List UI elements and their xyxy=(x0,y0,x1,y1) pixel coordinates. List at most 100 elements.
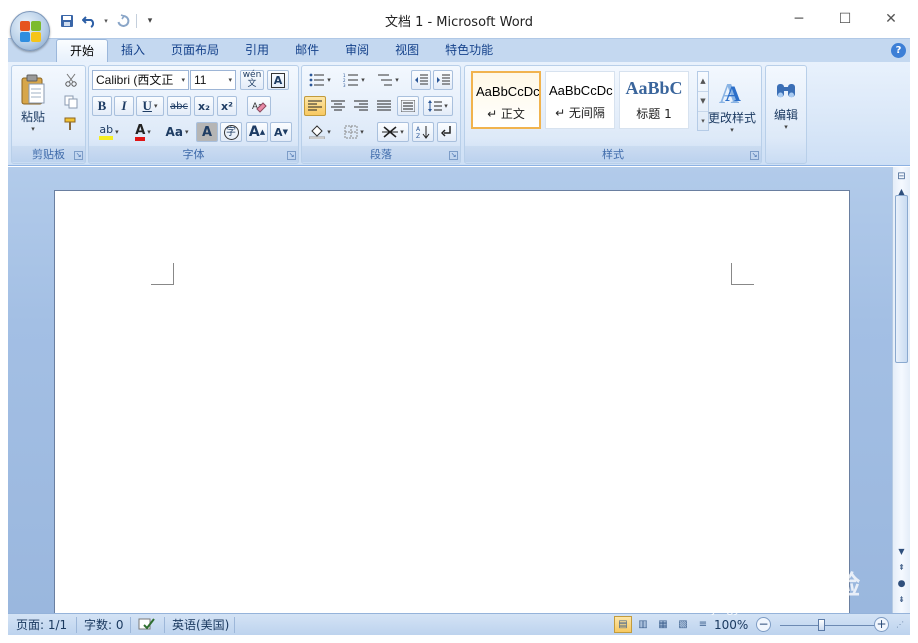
phonetic-guide-button[interactable]: wén 文 xyxy=(240,70,264,90)
paragraph-dialog-launcher[interactable]: ↘ xyxy=(449,151,458,160)
clipboard-dialog-launcher[interactable]: ↘ xyxy=(74,151,83,160)
tab-insert[interactable]: 插入 xyxy=(108,39,158,63)
help-icon[interactable]: ? xyxy=(891,43,906,58)
subscript-button[interactable]: x₂ xyxy=(194,96,214,116)
editing-button[interactable]: 编辑 ▾ xyxy=(768,70,804,140)
justify-button[interactable] xyxy=(373,96,395,116)
border-icon xyxy=(344,125,358,139)
font-name-combo[interactable]: Calibri (西文正 ▾ xyxy=(92,70,189,90)
font-color-button[interactable]: A ▾ xyxy=(128,122,158,142)
decrease-indent-icon[interactable] xyxy=(411,70,431,90)
char-border-button[interactable]: A xyxy=(267,70,289,90)
web-layout-view-icon[interactable]: ▦ xyxy=(654,616,672,633)
tab-home[interactable]: 开始 xyxy=(56,39,109,64)
paste-icon xyxy=(21,74,45,104)
line-spacing-button[interactable]: ▾ xyxy=(423,96,453,116)
office-logo-icon xyxy=(20,21,41,42)
style-sample: AaBbCcDc xyxy=(476,84,539,99)
office-button[interactable] xyxy=(10,11,50,51)
zoom-slider[interactable] xyxy=(780,625,884,626)
enclose-char-button[interactable]: 字 xyxy=(220,122,242,142)
word-count[interactable]: 字数: 0 xyxy=(84,617,124,633)
close-button[interactable]: ✕ xyxy=(868,4,914,34)
tab-review[interactable]: 审阅 xyxy=(332,39,382,63)
next-page-icon[interactable]: ⇟ xyxy=(894,593,909,607)
multilevel-list-button[interactable]: ▾ xyxy=(372,70,404,90)
justify-icon xyxy=(377,100,391,111)
paragraph-group: ▾ 1 2 3 ▾ ▾ ▾ ▾ ▾ ▾ A Z 段落 ↘ xyxy=(301,65,461,164)
highlight-color-button[interactable]: ab ▾ xyxy=(92,122,126,142)
paste-label: 粘贴 xyxy=(20,109,45,124)
chinese-layout-button[interactable]: ▾ xyxy=(377,122,409,142)
tab-references[interactable]: 引用 xyxy=(232,39,282,63)
zoom-level[interactable]: 100% xyxy=(714,617,748,633)
tab-view[interactable]: 视图 xyxy=(382,39,432,63)
paragraph-mark-icon xyxy=(441,126,451,137)
change-case-button[interactable]: Aa ▾ xyxy=(161,122,193,142)
tab-mailings[interactable]: 邮件 xyxy=(282,39,332,63)
maximize-button[interactable]: ☐ xyxy=(822,4,868,34)
paste-dropdown-icon: ▾ xyxy=(31,124,35,133)
multilevel-list-icon xyxy=(378,74,393,86)
zoom-out-icon[interactable]: − xyxy=(756,617,771,632)
view-ruler-icon[interactable]: ⊟ xyxy=(894,171,909,186)
style-no-spacing-tile[interactable]: AaBbCcDc ↵ 无间隔 xyxy=(545,71,615,129)
styles-dialog-launcher[interactable]: ↘ xyxy=(750,151,759,160)
font-dialog-launcher[interactable]: ↘ xyxy=(287,151,296,160)
line-spacing-icon xyxy=(428,100,443,112)
bullets-button[interactable]: ▾ xyxy=(304,70,336,90)
distributed-button[interactable] xyxy=(397,96,419,116)
bullet-list-icon xyxy=(309,73,325,87)
scroll-thumb[interactable] xyxy=(895,195,908,363)
show-marks-button[interactable] xyxy=(437,122,457,142)
language-indicator[interactable]: 英语(美国) xyxy=(172,617,229,633)
print-layout-view-icon[interactable]: ▤ xyxy=(614,616,632,633)
draft-view-icon[interactable]: ≡ xyxy=(694,616,712,633)
zoom-in-icon[interactable]: + xyxy=(874,617,889,632)
borders-button[interactable]: ▾ xyxy=(338,122,370,142)
paste-button[interactable]: 粘贴 ▾ xyxy=(16,69,50,137)
style-normal-tile[interactable]: AaBbCcDc ↵ 正文 xyxy=(471,71,541,129)
cut-icon[interactable] xyxy=(60,70,82,90)
italic-button[interactable]: I xyxy=(114,96,134,116)
styles-gallery: AaBbCcDc ↵ 正文 AaBbCcDc ↵ 无间隔 AaBbC 标题 1 … xyxy=(471,71,709,131)
document-page[interactable] xyxy=(54,190,850,620)
select-browse-object-icon[interactable]: ● xyxy=(894,577,909,591)
zoom-slider-thumb[interactable] xyxy=(818,619,825,631)
copy-icon[interactable] xyxy=(60,92,82,112)
format-painter-icon[interactable] xyxy=(60,114,82,134)
vertical-scrollbar[interactable]: ⊟ ▲ ▼ ⇞ ● ⇟ xyxy=(892,167,910,613)
align-center-button[interactable] xyxy=(327,96,349,116)
increase-indent-icon[interactable] xyxy=(433,70,453,90)
align-left-button[interactable] xyxy=(304,96,326,116)
grow-font-button[interactable]: A ▲ xyxy=(246,122,268,142)
tab-page-layout[interactable]: 页面布局 xyxy=(158,39,232,63)
shrink-font-button[interactable]: A ▼ xyxy=(270,122,292,142)
scroll-down-icon[interactable]: ▼ xyxy=(894,545,909,559)
ribbon-tab-row: 开始 插入 页面布局 引用 邮件 审阅 视图 特色功能 ? xyxy=(8,38,910,64)
align-right-button[interactable] xyxy=(350,96,372,116)
bold-button[interactable]: B xyxy=(92,96,112,116)
sort-button[interactable]: AZ xyxy=(412,122,434,142)
numbering-button[interactable]: 1 2 3 ▾ xyxy=(338,70,370,90)
change-styles-button[interactable]: A A 更改样式 ▾ xyxy=(705,70,759,140)
strikethrough-button[interactable]: abc xyxy=(167,96,191,116)
char-shading-button[interactable]: A xyxy=(196,122,218,142)
superscript-button[interactable]: x² xyxy=(217,96,237,116)
shading-button[interactable]: ▾ xyxy=(304,122,336,142)
previous-page-icon[interactable]: ⇞ xyxy=(894,561,909,575)
minimize-button[interactable]: ─ xyxy=(776,4,822,34)
font-color-icon: A xyxy=(135,124,146,141)
tab-special-features[interactable]: 特色功能 xyxy=(432,39,506,63)
change-styles-label: 更改样式 xyxy=(707,110,756,125)
style-heading1-tile[interactable]: AaBbC 标题 1 xyxy=(619,71,689,129)
page-count[interactable]: 页面: 1/1 xyxy=(16,617,67,633)
font-size-combo[interactable]: 11 ▾ xyxy=(190,70,236,90)
proofing-icon[interactable] xyxy=(138,617,158,633)
full-screen-reading-view-icon[interactable]: ▥ xyxy=(634,616,652,633)
clear-formatting-button[interactable]: Aa xyxy=(247,96,271,116)
underline-button[interactable]: U ▾ xyxy=(136,96,164,116)
outline-view-icon[interactable]: ▧ xyxy=(674,616,692,633)
paragraph-group-label: 段落 xyxy=(302,146,460,162)
resize-grip-icon[interactable]: ⋰ xyxy=(896,617,904,633)
